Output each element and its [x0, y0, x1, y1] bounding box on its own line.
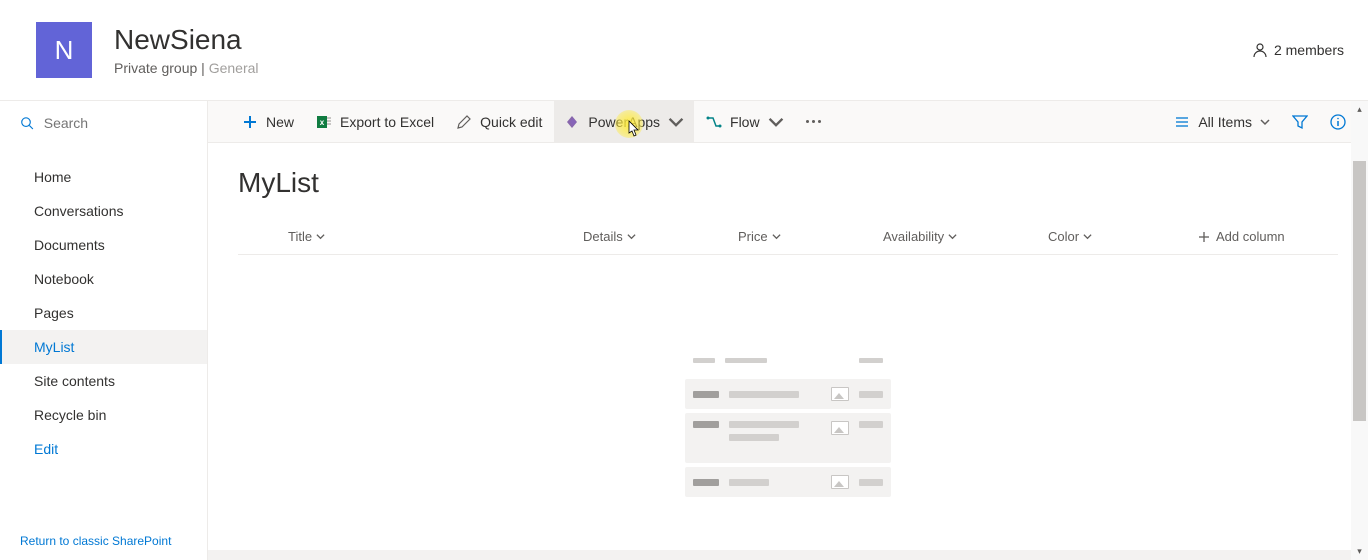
quickedit-button[interactable]: Quick edit [446, 101, 552, 142]
empty-list-placeholder [238, 345, 1338, 497]
content-area: New x Export to Excel Quick edit PowerAp… [208, 101, 1368, 560]
list-area: MyList Title Details Price Availability [208, 143, 1368, 560]
list-icon [1174, 114, 1190, 130]
column-header-title[interactable]: Title [288, 229, 583, 244]
search-input[interactable] [44, 115, 187, 131]
pencil-icon [456, 114, 472, 130]
chevron-down-icon [948, 232, 957, 241]
overflow-button[interactable] [796, 120, 831, 123]
site-title[interactable]: NewSiena [114, 24, 1252, 56]
column-header-details[interactable]: Details [583, 229, 738, 244]
vertical-scrollbar[interactable]: ▴ ▾ [1351, 101, 1368, 560]
column-header-color[interactable]: Color [1048, 229, 1198, 244]
members-button[interactable]: 2 members [1252, 42, 1344, 58]
group-type: Private group [114, 60, 197, 76]
nav-item-documents[interactable]: Documents [0, 228, 207, 262]
chevron-down-icon [772, 232, 781, 241]
column-header-price[interactable]: Price [738, 229, 883, 244]
flow-icon [706, 114, 722, 130]
new-label: New [266, 114, 294, 130]
chevron-down-icon [1083, 232, 1092, 241]
view-label: All Items [1198, 114, 1252, 130]
classification: General [209, 60, 259, 76]
plus-icon [1198, 231, 1210, 243]
info-icon [1330, 114, 1346, 130]
list-header-row: Title Details Price Availability Color [238, 219, 1338, 255]
add-column-button[interactable]: Add column [1198, 229, 1285, 244]
flow-label: Flow [730, 114, 760, 130]
export-button[interactable]: x Export to Excel [306, 101, 444, 142]
search-box[interactable] [0, 101, 207, 146]
nav-item-notebook[interactable]: Notebook [0, 262, 207, 296]
chevron-down-icon [1260, 117, 1270, 127]
nav-item-home[interactable]: Home [0, 160, 207, 194]
svg-text:x: x [320, 118, 325, 127]
nav-item-sitecontents[interactable]: Site contents [0, 364, 207, 398]
chevron-down-icon [668, 114, 684, 130]
chevron-down-icon [768, 114, 784, 130]
site-logo[interactable]: N [36, 22, 92, 78]
excel-icon: x [316, 114, 332, 130]
members-icon [1252, 42, 1268, 58]
add-column-label: Add column [1216, 229, 1285, 244]
left-navigation: Home Conversations Documents Notebook Pa… [0, 101, 208, 560]
plus-icon [242, 114, 258, 130]
search-icon [20, 115, 34, 131]
chevron-down-icon [316, 232, 325, 241]
horizontal-scrollbar[interactable] [208, 550, 1351, 560]
powerapps-button[interactable]: PowerApps [554, 101, 694, 142]
scrollbar-thumb[interactable] [1353, 161, 1366, 421]
members-label: 2 members [1274, 42, 1344, 58]
powerapps-icon [564, 114, 580, 130]
quickedit-label: Quick edit [480, 114, 542, 130]
site-info: NewSiena Private group | General [114, 24, 1252, 76]
flow-button[interactable]: Flow [696, 101, 794, 142]
view-selector[interactable]: All Items [1164, 101, 1280, 142]
site-meta: Private group | General [114, 60, 1252, 76]
chevron-down-icon [627, 232, 636, 241]
scroll-down-icon[interactable]: ▾ [1351, 543, 1368, 560]
nav-item-edit[interactable]: Edit [0, 432, 207, 466]
new-button[interactable]: New [232, 101, 304, 142]
export-label: Export to Excel [340, 114, 434, 130]
nav-item-mylist[interactable]: MyList [0, 330, 207, 364]
filter-icon [1292, 114, 1308, 130]
nav-item-recyclebin[interactable]: Recycle bin [0, 398, 207, 432]
powerapps-label: PowerApps [588, 114, 660, 130]
nav-item-conversations[interactable]: Conversations [0, 194, 207, 228]
site-header: N NewSiena Private group | General 2 mem… [0, 0, 1368, 101]
command-bar: New x Export to Excel Quick edit PowerAp… [208, 101, 1368, 143]
return-classic-link[interactable]: Return to classic SharePoint [0, 522, 207, 560]
filter-button[interactable] [1282, 101, 1318, 142]
column-header-availability[interactable]: Availability [883, 229, 1048, 244]
nav-item-pages[interactable]: Pages [0, 296, 207, 330]
list-title: MyList [238, 167, 1338, 199]
scroll-up-icon[interactable]: ▴ [1351, 101, 1368, 118]
site-logo-letter: N [55, 35, 74, 66]
